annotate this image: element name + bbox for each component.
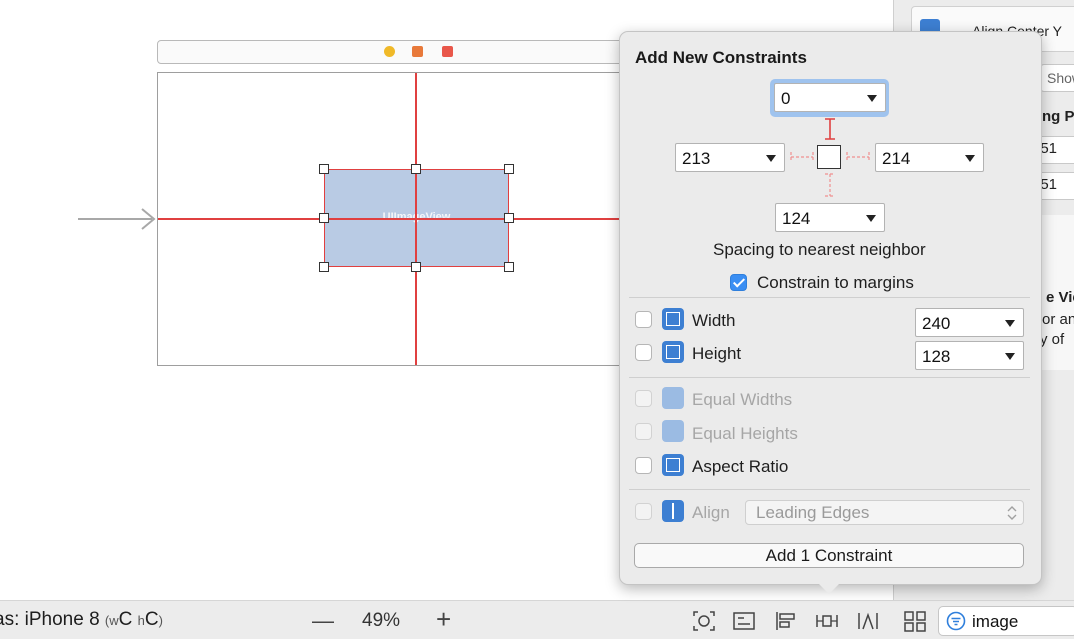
height-combo[interactable]: 128 bbox=[915, 341, 1024, 370]
leading-constraint-ibeam[interactable] bbox=[789, 150, 815, 164]
width-value: 240 bbox=[922, 314, 951, 333]
aspect-ratio-checkbox[interactable] bbox=[635, 457, 652, 474]
equal-widths-icon bbox=[662, 387, 684, 409]
width-constraint-icon bbox=[662, 308, 684, 330]
equal-widths-checkbox bbox=[635, 390, 652, 407]
resize-handle-bottom[interactable] bbox=[411, 262, 421, 272]
chevron-down-icon[interactable] bbox=[1005, 320, 1015, 327]
resize-handle-bottom-right[interactable] bbox=[504, 262, 514, 272]
resize-handle-right[interactable] bbox=[504, 213, 514, 223]
align-checkbox bbox=[635, 503, 652, 520]
align-constraint-icon bbox=[662, 500, 684, 522]
zoom-out-button[interactable]: — bbox=[312, 610, 334, 632]
align-label: Align bbox=[692, 503, 730, 522]
constrain-margins-checkbox[interactable] bbox=[730, 274, 747, 291]
chevron-down-icon[interactable] bbox=[766, 155, 776, 162]
hugging-priority-heading: ng Pr bbox=[1042, 108, 1074, 125]
resize-handle-top-left[interactable] bbox=[319, 164, 329, 174]
info-desc-2: y of bbox=[1040, 331, 1065, 348]
width-checkbox[interactable] bbox=[635, 311, 652, 328]
width-combo[interactable]: 240 bbox=[915, 308, 1024, 337]
chevron-down-icon[interactable] bbox=[965, 155, 975, 162]
align-popup-value: Leading Edges bbox=[756, 503, 870, 522]
trailing-constraint-ibeam[interactable] bbox=[845, 150, 871, 164]
align-icon[interactable] bbox=[774, 610, 798, 632]
chevron-down-icon[interactable] bbox=[867, 95, 877, 102]
trailing-spacing-value: 214 bbox=[882, 149, 911, 168]
height-value: 128 bbox=[922, 347, 951, 366]
device-label: as: iPhone 8 bbox=[0, 609, 100, 630]
height-checkbox[interactable] bbox=[635, 344, 652, 361]
equal-heights-label: Equal Heights bbox=[692, 424, 798, 443]
chevron-down-icon[interactable] bbox=[866, 215, 876, 222]
bottom-constraint-ibeam[interactable] bbox=[823, 172, 837, 198]
leading-spacing-value: 213 bbox=[682, 149, 711, 168]
divider bbox=[629, 489, 1030, 490]
embed-in-stack-icon[interactable] bbox=[732, 610, 756, 632]
size-class-w-val: C bbox=[118, 609, 133, 630]
size-class-w: w bbox=[109, 613, 119, 628]
add-constraints-button-label: Add 1 Constraint bbox=[765, 546, 893, 565]
selected-view-square bbox=[817, 145, 841, 169]
device-config-button[interactable]: as: iPhone 8 (wC hC) bbox=[0, 609, 163, 631]
add-new-constraints-icon[interactable] bbox=[815, 610, 839, 632]
resize-handle-top[interactable] bbox=[411, 164, 421, 174]
info-title: e View bbox=[1046, 289, 1074, 306]
filter-input-value: image bbox=[972, 612, 1019, 631]
constrain-margins-label: Constrain to margins bbox=[757, 273, 914, 292]
equal-widths-label: Equal Widths bbox=[692, 390, 793, 409]
resize-handle-bottom-left[interactable] bbox=[319, 262, 329, 272]
size-class-h-val: C bbox=[144, 609, 159, 630]
view-controller-icon[interactable] bbox=[384, 46, 395, 57]
entry-point-arrow-icon bbox=[78, 208, 156, 230]
zoom-in-button[interactable]: + bbox=[436, 606, 451, 632]
up-down-chevron-icon bbox=[1007, 506, 1017, 520]
update-frames-icon[interactable] bbox=[692, 610, 716, 632]
zoom-level: 49% bbox=[362, 610, 401, 631]
equal-heights-icon bbox=[662, 420, 684, 442]
resize-handle-left[interactable] bbox=[319, 213, 329, 223]
top-spacing-value: 0 bbox=[781, 89, 791, 108]
first-responder-icon[interactable] bbox=[412, 46, 423, 57]
chevron-down-icon[interactable] bbox=[1005, 353, 1015, 360]
scene-dock[interactable] bbox=[157, 40, 659, 64]
aspect-ratio-icon bbox=[662, 454, 684, 476]
popover-title: Add New Constraints bbox=[635, 48, 807, 67]
show-label: Show bbox=[1047, 70, 1074, 86]
library-grid-icon[interactable] bbox=[903, 610, 927, 632]
size-class-h: h bbox=[137, 613, 145, 628]
divider bbox=[629, 297, 1030, 298]
center-y-guide bbox=[158, 218, 638, 220]
resolve-issues-icon[interactable] bbox=[856, 610, 880, 632]
equal-heights-checkbox bbox=[635, 423, 652, 440]
filter-icon bbox=[946, 611, 966, 631]
resize-handle-top-right[interactable] bbox=[504, 164, 514, 174]
show-popup[interactable]: Show bbox=[1040, 64, 1074, 92]
bottom-spacing-combo[interactable]: 124 bbox=[775, 203, 885, 232]
aspect-ratio-label: Aspect Ratio bbox=[692, 457, 789, 476]
trailing-spacing-combo[interactable]: 214 bbox=[875, 143, 984, 172]
height-label: Height bbox=[692, 344, 742, 363]
top-spacing-combo[interactable]: 0 bbox=[774, 83, 886, 112]
divider bbox=[629, 377, 1030, 378]
spacing-label: Spacing to nearest neighbor bbox=[713, 240, 926, 259]
bottom-spacing-value: 124 bbox=[782, 209, 811, 228]
popover-arrow bbox=[815, 580, 843, 594]
height-constraint-icon bbox=[662, 341, 684, 363]
width-label: Width bbox=[692, 311, 736, 330]
leading-spacing-combo[interactable]: 213 bbox=[675, 143, 785, 172]
top-constraint-ibeam[interactable] bbox=[823, 117, 837, 143]
exit-icon[interactable] bbox=[442, 46, 453, 57]
info-desc-1: or an bbox=[1042, 311, 1074, 328]
